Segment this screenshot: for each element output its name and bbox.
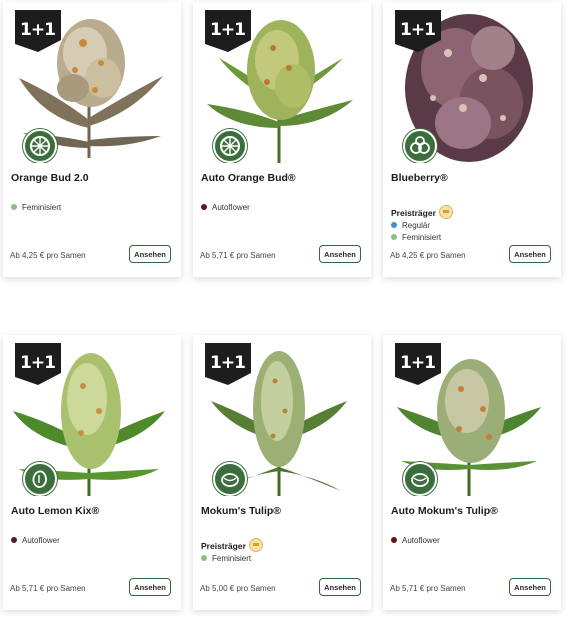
citrus-slice-icon — [23, 129, 57, 163]
product-card[interactable]: 1+1 Orange Bud 2.0 Feminisiert Ab 4,25 €… — [3, 2, 181, 277]
product-attributes: Feminisiert — [201, 553, 251, 565]
product-card[interactable]: 1+1 Auto Mokum's Tulip® Autoflower Ab 5,… — [383, 335, 561, 610]
view-button[interactable]: Ansehen — [129, 245, 171, 263]
attribute-autoflower: Autoflower — [11, 535, 60, 547]
citrus-slice-icon — [213, 129, 247, 163]
price-label: Ab 4,25 € pro Samen — [10, 251, 86, 260]
view-button[interactable]: Ansehen — [509, 578, 551, 596]
svg-text:1+1: 1+1 — [20, 20, 55, 40]
product-name[interactable]: Orange Bud 2.0 — [11, 172, 89, 184]
svg-text:1+1: 1+1 — [400, 353, 435, 373]
award-crown-icon — [438, 205, 453, 219]
product-name[interactable]: Auto Lemon Kix® — [11, 505, 99, 517]
price-label: Ab 5,71 € pro Samen — [200, 251, 276, 260]
product-image[interactable]: 1+1 — [13, 341, 165, 496]
promo-badge: 1+1 — [395, 10, 441, 52]
product-image[interactable]: 1+1 — [203, 8, 355, 163]
view-button[interactable]: Ansehen — [319, 578, 361, 596]
autoflower-dot-icon — [11, 537, 17, 543]
lemon-icon — [23, 462, 57, 496]
product-card[interactable]: 1+1 Auto Orange Bud® Autoflower Ab 5,71 … — [193, 2, 371, 277]
award-crown-icon — [248, 538, 263, 552]
product-name[interactable]: Mokum's Tulip® — [201, 505, 281, 517]
svg-text:1+1: 1+1 — [210, 20, 245, 40]
product-attributes: Feminisiert — [11, 202, 61, 214]
attribute-autoflower: Autoflower — [391, 535, 440, 547]
price-label: Ab 4,25 € pro Samen — [390, 251, 466, 260]
promo-badge: 1+1 — [205, 343, 251, 385]
product-name[interactable]: Blueberry® — [391, 172, 448, 184]
product-image[interactable]: 1+1 — [13, 8, 165, 163]
attribute-feminisiert: Feminisiert — [11, 202, 61, 214]
view-button[interactable]: Ansehen — [129, 578, 171, 596]
tulip-bulb-icon — [213, 462, 247, 496]
price-label: Ab 5,00 € pro Samen — [200, 584, 276, 593]
product-image[interactable]: 1+1 — [393, 341, 545, 496]
attribute-feminisiert: Feminisiert — [201, 553, 251, 565]
attribute-feminisiert: Feminisiert — [391, 232, 441, 244]
attribute-autoflower: Autoflower — [201, 202, 250, 214]
berries-icon — [403, 129, 437, 163]
product-attributes: Autoflower — [391, 535, 440, 547]
view-button[interactable]: Ansehen — [319, 245, 361, 263]
product-card[interactable]: 1+1 Blueberry® Preisträger Regulär Femin… — [383, 2, 561, 277]
price-label: Ab 5,71 € pro Samen — [10, 584, 86, 593]
product-name[interactable]: Auto Mokum's Tulip® — [391, 505, 498, 517]
svg-text:1+1: 1+1 — [400, 20, 435, 40]
award-label: Preisträger — [391, 205, 453, 219]
product-attributes: Autoflower — [201, 202, 250, 214]
autoflower-dot-icon — [201, 204, 207, 210]
svg-text:1+1: 1+1 — [210, 353, 245, 373]
product-card[interactable]: 1+1 Auto Lemon Kix® Autoflower Ab 5,71 €… — [3, 335, 181, 610]
feminisiert-dot-icon — [11, 204, 17, 210]
svg-text:1+1: 1+1 — [20, 353, 55, 373]
feminisiert-dot-icon — [391, 234, 397, 240]
promo-badge: 1+1 — [15, 10, 61, 52]
promo-badge: 1+1 — [395, 343, 441, 385]
product-attributes: Autoflower — [11, 535, 60, 547]
tulip-bulb-icon — [403, 462, 437, 496]
view-button[interactable]: Ansehen — [509, 245, 551, 263]
product-grid: 1+1 Orange Bud 2.0 Feminisiert Ab 4,25 €… — [0, 0, 567, 617]
attribute-regular: Regulär — [391, 220, 441, 232]
product-card[interactable]: 1+1 Mokum's Tulip® Preisträger Feminisie… — [193, 335, 371, 610]
regular-dot-icon — [391, 222, 397, 228]
product-name[interactable]: Auto Orange Bud® — [201, 172, 296, 184]
product-image[interactable]: 1+1 — [203, 341, 355, 496]
promo-badge: 1+1 — [15, 343, 61, 385]
autoflower-dot-icon — [391, 537, 397, 543]
price-label: Ab 5,71 € pro Samen — [390, 584, 466, 593]
promo-badge: 1+1 — [205, 10, 251, 52]
feminisiert-dot-icon — [201, 555, 207, 561]
product-attributes: Regulär Feminisiert — [391, 220, 441, 244]
award-label: Preisträger — [201, 538, 263, 552]
product-image[interactable]: 1+1 — [393, 8, 545, 163]
